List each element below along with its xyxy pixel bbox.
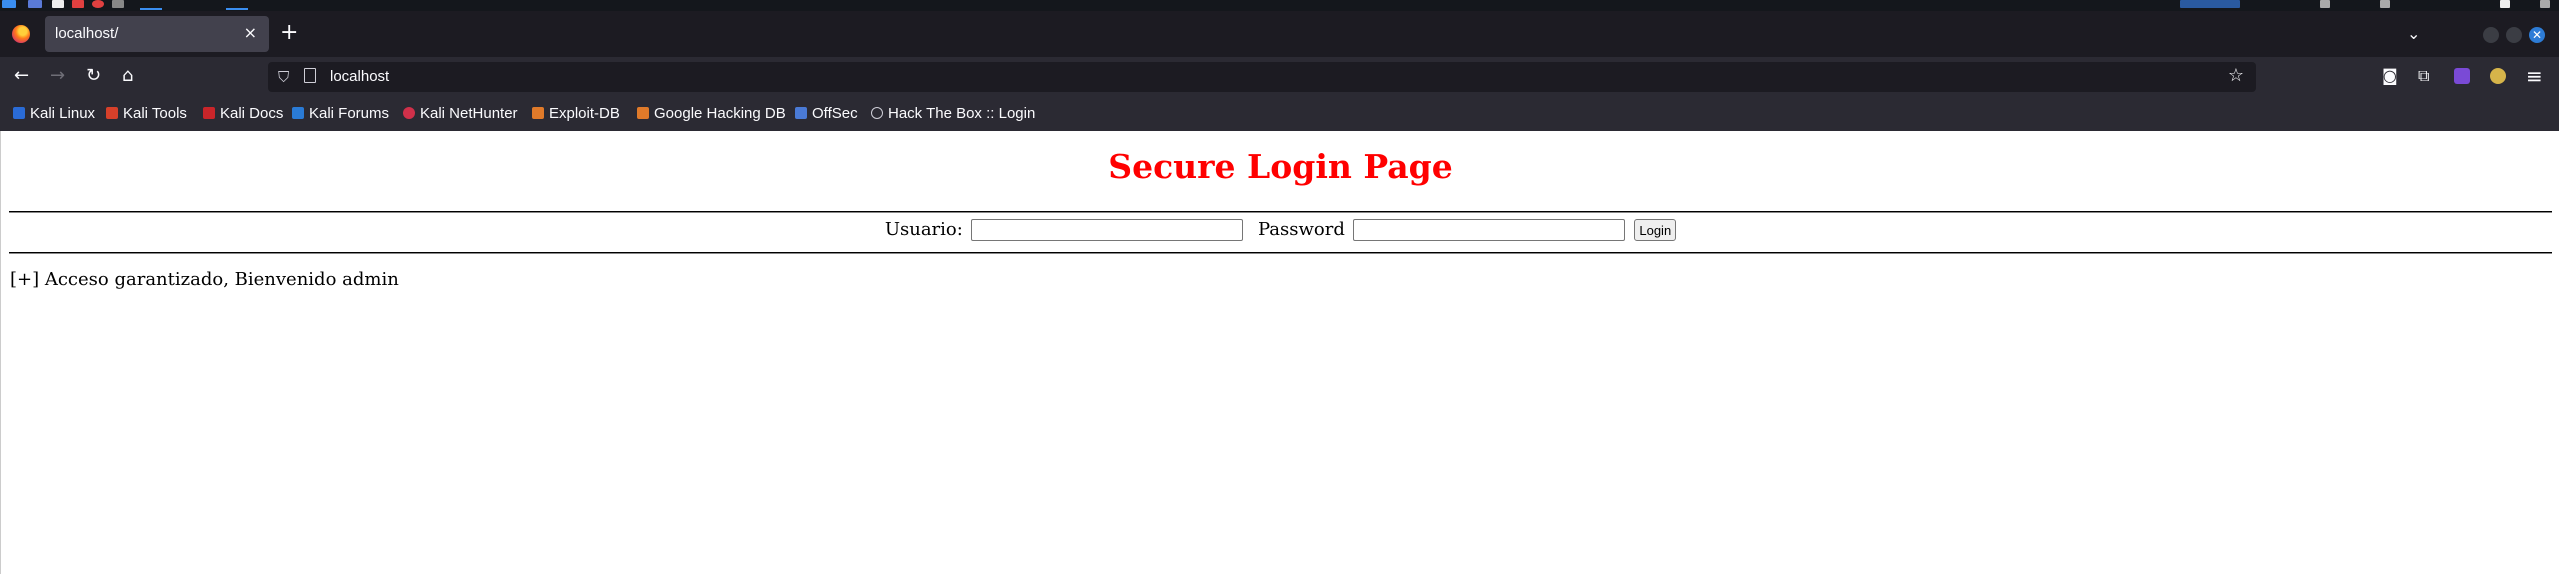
bookmark-hack-the-box[interactable]: Hack The Box :: Login (871, 105, 1035, 122)
terminal-icon[interactable] (52, 0, 64, 8)
kali-dragon-icon (13, 107, 25, 119)
reload-icon[interactable]: ↻ (86, 65, 101, 87)
login-button[interactable]: Login (1634, 219, 1677, 241)
login-form: Usuario: Password Login (1, 219, 2559, 241)
active-indicator (140, 8, 162, 10)
globe-icon (871, 107, 883, 119)
bookmark-star-icon[interactable]: ☆ (2228, 65, 2244, 86)
bookmarks-bar: Kali Linux Kali Tools Kali Docs Kali For… (0, 97, 2559, 131)
password-field[interactable] (1352, 219, 1625, 241)
bookmark-kali-tools[interactable]: Kali Tools (106, 105, 187, 122)
tray-icon[interactable] (2500, 0, 2510, 8)
account-icon[interactable] (2490, 68, 2506, 84)
page-title: Secure Login Page (1108, 147, 1453, 186)
bookmark-kali-linux[interactable]: Kali Linux (13, 105, 95, 122)
bookmark-kali-forums[interactable]: Kali Forums (292, 105, 389, 122)
bookmark-kali-docs[interactable]: Kali Docs (203, 105, 283, 122)
home-icon[interactable]: ⌂ (122, 65, 133, 87)
close-icon[interactable]: × (244, 23, 257, 43)
forward-arrow-icon[interactable]: → (50, 65, 65, 87)
app-menu-icon[interactable] (2, 0, 16, 8)
url-bar[interactable]: ⛉ localhost ☆ (268, 62, 2256, 92)
close-window-button[interactable]: ✕ (2529, 27, 2545, 43)
ghdb-icon (637, 107, 649, 119)
menu-icon[interactable]: ≡ (2526, 66, 2543, 86)
url-text[interactable]: localhost (330, 68, 389, 85)
new-tab-icon[interactable]: + (280, 22, 298, 44)
divider (9, 252, 2552, 254)
shield-icon[interactable]: ⛉ (278, 68, 289, 86)
page-content: Secure Login Page Usuario: Password Logi… (0, 131, 2559, 574)
kali-forums-icon (292, 107, 304, 119)
active-indicator (226, 8, 248, 10)
navigation-bar: ← → ↻ ⌂ ⛉ localhost ☆ ◙ ⧉ ≡ (0, 57, 2559, 97)
extension-purple-icon[interactable] (2454, 68, 2470, 84)
window-icon[interactable] (112, 0, 124, 8)
status-message: [+] Acceso garantizado, Bienvenido admin (10, 269, 399, 290)
bookmark-exploit-db[interactable]: Exploit-DB (532, 105, 620, 122)
minimize-window-button[interactable] (2483, 27, 2499, 43)
editor-icon[interactable] (72, 0, 84, 8)
nethunter-icon (403, 107, 415, 119)
bookmark-kali-nethunter[interactable]: Kali NetHunter (403, 105, 518, 122)
kali-tools-icon (106, 107, 118, 119)
tab-localhost[interactable]: localhost/ × (45, 16, 269, 52)
username-field[interactable] (970, 219, 1243, 241)
tray-icon[interactable] (2380, 0, 2390, 8)
network-icon[interactable] (2180, 0, 2240, 8)
tray-icon[interactable] (2320, 0, 2330, 8)
divider (9, 211, 2552, 213)
power-icon[interactable] (2540, 0, 2550, 8)
maximize-window-button[interactable] (2506, 27, 2522, 43)
bookmark-google-hacking-db[interactable]: Google Hacking DB (637, 105, 786, 122)
chevron-down-icon[interactable]: ⌄ (2407, 24, 2420, 43)
page-icon (304, 68, 316, 83)
browser-icon[interactable] (92, 0, 104, 8)
password-label: Password (1258, 219, 1345, 240)
bookmark-offsec[interactable]: OffSec (795, 105, 858, 122)
tab-title: localhost/ (55, 25, 119, 42)
username-label: Usuario: (884, 219, 963, 240)
extensions-icon[interactable]: ⧉ (2418, 66, 2429, 86)
exploit-db-icon (532, 107, 544, 119)
files-icon[interactable] (28, 0, 42, 8)
firefox-icon (12, 25, 30, 43)
offsec-icon (795, 107, 807, 119)
tab-strip: localhost/ × + ⌄ ✕ (0, 11, 2559, 57)
pocket-icon[interactable]: ◙ (2382, 66, 2398, 86)
back-arrow-icon[interactable]: ← (14, 65, 29, 87)
kali-docs-icon (203, 107, 215, 119)
system-top-bar (0, 0, 2559, 11)
